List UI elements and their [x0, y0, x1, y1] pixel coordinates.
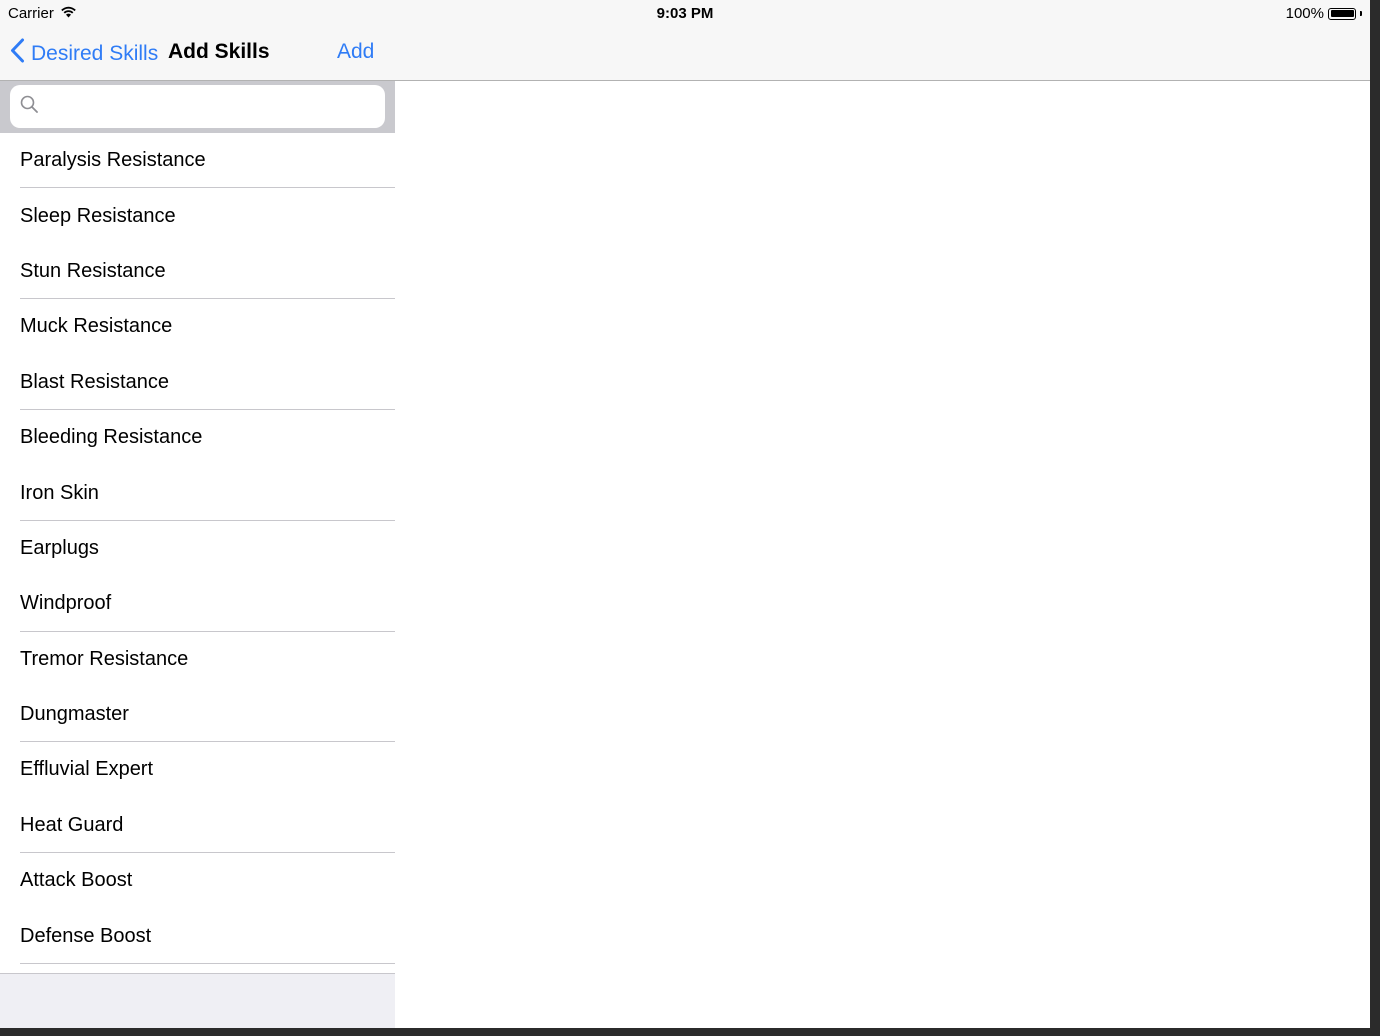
- list-item[interactable]: Dungmaster: [0, 687, 395, 743]
- list-item-label: Attack Boost: [20, 869, 133, 892]
- search-field[interactable]: [10, 85, 385, 128]
- battery-tip: [1360, 11, 1362, 16]
- list-item[interactable]: Iron Skin: [0, 465, 395, 522]
- add-button[interactable]: Add: [337, 40, 374, 64]
- status-bar: Carrier 9:03 PM 100%: [0, 0, 1370, 28]
- navigation-bar: Desired Skills Add Skills Add: [0, 28, 1370, 81]
- list-item-label: Tremor Resistance: [20, 647, 189, 670]
- status-time: 9:03 PM: [656, 5, 714, 22]
- list-item-label: Earplugs: [20, 536, 99, 559]
- list-item-label: Defense Boost: [20, 924, 152, 947]
- skill-list: Paralysis Resistance Sleep Resistance Stun…: [0, 133, 395, 965]
- search-icon: [20, 95, 38, 118]
- master-panel: Paralysis Resistance Sleep Resistance Stun…: [0, 81, 395, 1028]
- battery-icon: [1328, 7, 1356, 20]
- list-item[interactable]: Windproof: [0, 576, 395, 632]
- list-item[interactable]: Heat Guard: [0, 798, 395, 854]
- list-item[interactable]: Effluvial Expert: [0, 742, 395, 797]
- list-item-label: Heat Guard: [20, 813, 124, 836]
- list-item[interactable]: Muck Resistance: [0, 299, 395, 354]
- list-item[interactable]: Stun Resistance: [0, 244, 395, 300]
- page-title: Add Skills: [168, 40, 270, 63]
- list-item[interactable]: Blast Resistance: [0, 355, 395, 411]
- list-item-label: Paralysis Resistance: [20, 149, 206, 172]
- list-item[interactable]: Attack Boost: [0, 853, 395, 908]
- list-item[interactable]: Tremor Resistance: [0, 632, 395, 687]
- list-item[interactable]: Earplugs: [0, 521, 395, 576]
- list-item[interactable]: Defense Boost: [0, 908, 395, 965]
- search-input[interactable]: [44, 90, 385, 123]
- list-item-label: Iron Skin: [20, 481, 99, 504]
- detail-panel: [395, 81, 1370, 1028]
- list-item-label: Sleep Resistance: [20, 204, 176, 227]
- list-item[interactable]: Bleeding Resistance: [0, 410, 395, 465]
- list-item-label: Bleeding Resistance: [20, 426, 203, 449]
- list-item-label: Effluvial Expert: [20, 758, 154, 781]
- list-item[interactable]: Paralysis Resistance: [0, 133, 395, 189]
- screen: Carrier 9:03 PM 100% Desired Skills Add …: [0, 0, 1370, 1028]
- list-item[interactable]: Sleep Resistance: [0, 188, 395, 243]
- list-item-label: Dungmaster: [20, 703, 129, 726]
- list-item-label: Muck Resistance: [20, 315, 173, 338]
- back-button-label: Desired Skills: [31, 41, 159, 65]
- list-item-label: Blast Resistance: [20, 370, 169, 393]
- list-footer: [0, 974, 395, 1028]
- battery-percent: 100%: [1285, 5, 1324, 22]
- list-item-label: Windproof: [20, 592, 112, 615]
- chevron-left-icon: [10, 38, 31, 69]
- list-item-label: Stun Resistance: [20, 259, 166, 282]
- search-bar: [0, 81, 395, 133]
- back-button[interactable]: Desired Skills: [10, 38, 158, 69]
- status-battery: 100%: [1286, 5, 1362, 22]
